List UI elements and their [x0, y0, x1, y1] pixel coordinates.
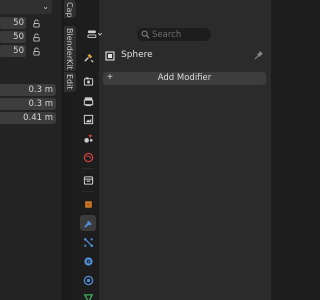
pin-icon[interactable] — [254, 50, 264, 60]
editor-type-button[interactable] — [86, 28, 104, 41]
render-icon[interactable] — [80, 73, 96, 89]
divider — [82, 168, 94, 169]
object-context-icon — [105, 51, 115, 61]
scene-icon[interactable] — [80, 130, 96, 146]
particles-icon[interactable] — [80, 234, 96, 250]
properties-editor — [99, 0, 271, 300]
output-icon[interactable] — [80, 93, 96, 109]
world-icon[interactable] — [80, 149, 96, 165]
editor-type-icon — [87, 30, 103, 39]
number-field[interactable]: 50 — [0, 31, 26, 43]
constraints-icon[interactable] — [80, 272, 96, 288]
physics-icon[interactable] — [80, 253, 96, 269]
sidebar-tabs: Cap BlenderKit Edit — [62, 0, 76, 300]
object-name: Sphere — [121, 50, 153, 60]
tool-icon[interactable] — [80, 49, 96, 65]
object-icon[interactable] — [80, 196, 96, 212]
n-panel: ⌄ 50 50 50 0.3 m 0.3 m 0.41 m — [0, 0, 62, 300]
dimension-z-field[interactable]: 0.41 m — [0, 112, 56, 124]
tab-blenderkit[interactable]: BlenderKit — [64, 26, 76, 71]
add-modifier-button[interactable]: + Add Modifier — [103, 72, 266, 85]
properties-tabs — [76, 0, 99, 300]
number-field[interactable]: 50 — [0, 45, 26, 57]
add-modifier-label: Add Modifier — [157, 73, 212, 83]
divider — [82, 191, 94, 192]
dimension-y-field[interactable]: 0.3 m — [0, 98, 56, 110]
lock-icon[interactable] — [32, 19, 41, 28]
search-input[interactable] — [152, 28, 208, 41]
view-layer-icon[interactable] — [80, 111, 96, 127]
chevron-down-icon: ⌄ — [42, 2, 49, 11]
lock-icon[interactable] — [32, 33, 41, 42]
dimension-x-field[interactable]: 0.3 m — [0, 84, 56, 96]
data-icon[interactable] — [80, 290, 96, 300]
lock-icon[interactable] — [32, 47, 41, 56]
collection-icon[interactable] — [80, 172, 96, 188]
tab-edit[interactable]: Edit — [64, 72, 76, 92]
search-icon — [141, 30, 150, 39]
tab-cap[interactable]: Cap — [64, 0, 76, 18]
number-field[interactable]: 50 — [0, 17, 26, 29]
panel-dropdown[interactable]: ⌄ — [0, 0, 52, 14]
modifiers-icon[interactable] — [80, 215, 96, 231]
